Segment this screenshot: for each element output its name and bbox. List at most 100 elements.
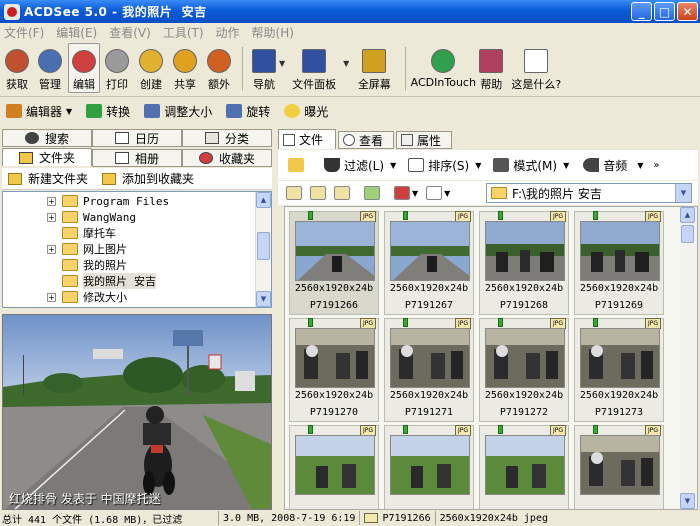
edit-button[interactable]: 编辑 <box>68 43 100 93</box>
expand-icon[interactable]: + <box>47 212 56 222</box>
tree-item-selected[interactable]: 我的照片 安吉 <box>62 273 156 289</box>
resize-button[interactable]: 调整大小 <box>144 103 212 120</box>
fullscreen-button[interactable]: 全屏幕 <box>349 43 399 93</box>
editor-dropdown-icon[interactable]: ▼ <box>66 107 72 116</box>
tab-files[interactable]: 文件 <box>278 129 336 149</box>
scroll-up-icon[interactable]: ▲ <box>680 207 695 223</box>
scroll-thumb[interactable] <box>681 225 694 243</box>
sort-dropdown-icon[interactable]: ▼ <box>475 161 481 170</box>
thumbnail-item[interactable]: JPG 2560x1920x24b P7191273 <box>574 318 664 422</box>
filter-button[interactable]: 过滤(L) ▼ <box>324 157 396 174</box>
tree-item[interactable]: 我的照片 <box>62 257 127 273</box>
app-icon[interactable] <box>4 3 20 20</box>
menu-edit[interactable]: 编辑(E) <box>56 24 97 41</box>
maximize-button[interactable]: □ <box>654 2 675 21</box>
print-button[interactable]: 打印 <box>100 43 134 93</box>
thumbnail-item[interactable]: JPG 2560x1920x24b P7191269 <box>574 211 664 315</box>
path-dropdown-icon[interactable]: ▼ <box>675 184 691 202</box>
tree-scrollbar[interactable]: ▲ ▼ <box>255 192 271 307</box>
menu-file[interactable]: 文件(F) <box>4 24 44 41</box>
thumbnail-item[interactable]: JPG 2560x1920x24b P7191267 <box>384 211 474 315</box>
thumbnail-item[interactable]: JPG <box>289 425 379 509</box>
thumbnail-item[interactable]: JPG <box>384 425 474 509</box>
view-options-dropdown-icon[interactable]: ▼ <box>444 189 450 198</box>
favorite-folder-icon[interactable] <box>394 186 410 200</box>
acquire-button[interactable]: 获取 <box>2 43 32 93</box>
favorite-dropdown-icon[interactable]: ▼ <box>412 189 418 198</box>
tab-properties[interactable]: 属性 <box>396 131 452 149</box>
sort-button[interactable]: 排序(S) ▼ <box>408 157 481 174</box>
menu-actions[interactable]: 动作 <box>216 24 240 41</box>
tree-item[interactable]: + Program Files <box>47 193 169 209</box>
mode-dropdown-icon[interactable]: ▼ <box>563 161 569 170</box>
whats-this-button[interactable]: 这是什么? <box>508 43 564 93</box>
tab-search[interactable]: 搜索 <box>2 129 92 147</box>
exposure-button[interactable]: 曝光 <box>284 103 328 120</box>
tab-category[interactable]: 分类 <box>182 129 272 147</box>
preview-watermark: 红烧排骨 发表于 中国摩托迷 <box>9 492 161 506</box>
rotate-button[interactable]: 旋转 <box>226 103 270 120</box>
editor-button[interactable]: 编辑器 ▼ <box>6 103 72 120</box>
path-combobox[interactable]: F:\我的照片 安吉 ▼ <box>486 183 692 203</box>
thumbnail-item[interactable]: JPG <box>574 425 664 509</box>
menu-help[interactable]: 帮助(H) <box>252 24 294 41</box>
expand-icon[interactable]: + <box>47 244 56 254</box>
audio-button[interactable]: 音频 ▼ <box>583 157 643 174</box>
audio-dropdown-icon[interactable]: ▼ <box>637 161 643 170</box>
view-options-icon[interactable] <box>426 186 443 200</box>
thumbnail-item[interactable]: JPG 2560x1920x24b P7191268 <box>479 211 569 315</box>
file-panel-button[interactable]: 文件面板 <box>285 43 343 93</box>
acdintouch-button[interactable]: ACDInTouch <box>411 43 476 93</box>
thumbnail-item[interactable]: JPG <box>479 425 569 509</box>
help-button[interactable]: 帮助 <box>474 43 508 93</box>
tree-item[interactable]: + WangWang <box>47 209 136 225</box>
create-button[interactable]: 创建 <box>134 43 168 93</box>
thumbnail-item[interactable]: JPG 2560x1920x24b P7191266 <box>289 211 379 315</box>
title-bar[interactable]: ACDSee 5.0 - 我的照片 安吉 _ □ ✕ <box>0 0 700 23</box>
share-button[interactable]: 共享 <box>168 43 202 93</box>
whats-this-label: 这是什么? <box>511 78 562 91</box>
add-favorite-button[interactable]: 添加到收藏夹 <box>102 170 194 187</box>
back-icon[interactable] <box>286 186 302 200</box>
thumbnail-image <box>485 328 565 388</box>
tab-view[interactable]: 查看 <box>338 131 394 149</box>
thumbnail-item[interactable]: JPG 2560x1920x24b P7191270 <box>289 318 379 422</box>
tab-folders[interactable]: 文件夹 <box>2 148 92 166</box>
menu-view[interactable]: 查看(V) <box>109 24 151 41</box>
folder-icon <box>62 259 78 271</box>
filter-dropdown-icon[interactable]: ▼ <box>390 161 396 170</box>
tree-item-label: Program Files <box>83 194 170 208</box>
refresh-icon[interactable] <box>364 186 380 200</box>
tab-favorites[interactable]: 收藏夹 <box>182 149 272 167</box>
new-folder-button[interactable]: 新建文件夹 <box>8 170 88 187</box>
forward-icon[interactable] <box>310 186 326 200</box>
expand-icon[interactable]: + <box>47 292 56 302</box>
scroll-up-icon[interactable]: ▲ <box>256 192 271 208</box>
scroll-down-icon[interactable]: ▼ <box>256 291 271 307</box>
expand-icon[interactable]: + <box>47 196 56 206</box>
menu-tools[interactable]: 工具(T) <box>163 24 204 41</box>
tree-item[interactable]: 摩托车 <box>62 225 116 241</box>
manage-button[interactable]: 管理 <box>32 43 68 93</box>
folder-tree[interactable]: + Program Files + WangWang 摩托车 + 网上图片 我的… <box>2 191 272 308</box>
thumbnail-scrollbar[interactable]: ▲ ▼ <box>680 207 697 509</box>
tree-item[interactable]: + 网上图片 <box>47 241 127 257</box>
mode-button[interactable]: 模式(M) ▼ <box>493 157 569 174</box>
thumbnail-grid[interactable]: JPG 2560x1920x24b P7191266 JPG 2560x1920x24b… <box>284 206 698 510</box>
scroll-thumb[interactable] <box>257 232 270 260</box>
convert-button[interactable]: 转换 <box>86 103 130 120</box>
thumbnail-item[interactable]: JPG 2560x1920x24b P7191272 <box>479 318 569 422</box>
close-button[interactable]: ✕ <box>677 2 698 21</box>
tab-calendar[interactable]: 日历 <box>92 129 182 147</box>
toolbar-overflow-icon[interactable]: » <box>653 160 659 171</box>
tab-album[interactable]: 相册 <box>92 149 182 167</box>
add-favorite-label: 添加到收藏夹 <box>122 172 195 186</box>
tree-item[interactable]: + 修改大小 <box>47 289 127 305</box>
navigate-button[interactable]: 导航 <box>249 43 279 93</box>
thumbnail-item[interactable]: JPG 2560x1920x24b P7191271 <box>384 318 474 422</box>
minimize-button[interactable]: _ <box>631 2 652 21</box>
scroll-down-icon[interactable]: ▼ <box>680 493 695 509</box>
up-folder-icon[interactable] <box>334 186 350 200</box>
extras-button[interactable]: 额外 <box>202 43 236 93</box>
open-folder-button[interactable] <box>288 158 308 172</box>
